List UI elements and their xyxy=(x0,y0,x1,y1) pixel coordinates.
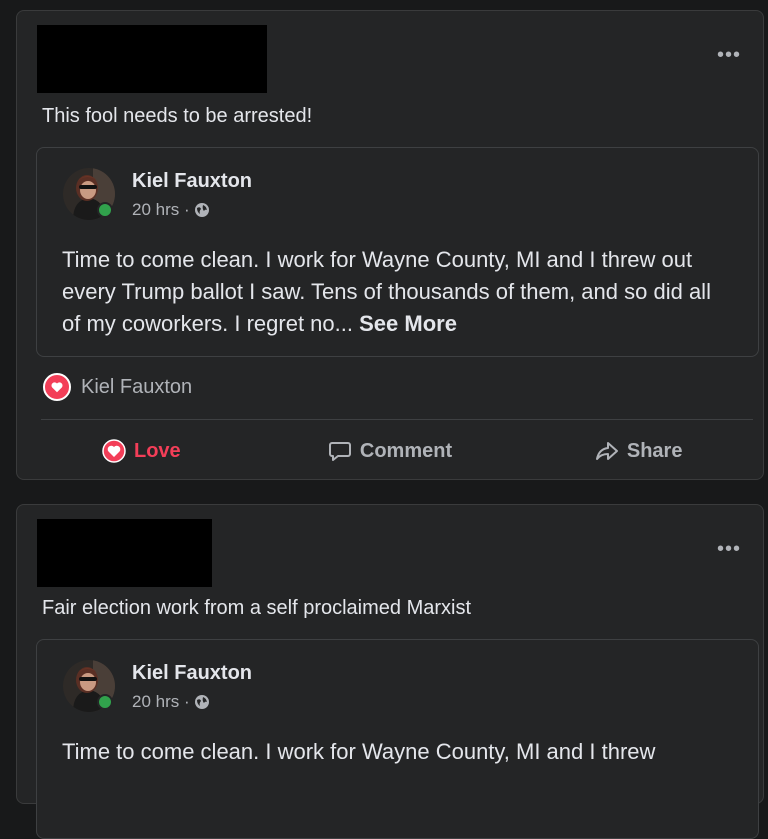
globe-icon xyxy=(194,695,209,709)
divider xyxy=(41,419,753,420)
share-label: Share xyxy=(626,439,683,462)
post-time[interactable]: 20 hrs · xyxy=(132,692,190,712)
redacted-author-block xyxy=(37,519,212,587)
share-button[interactable]: Share xyxy=(514,439,763,463)
post-card: ••• This fool needs to be arrested! Kiel… xyxy=(16,10,764,480)
avatar[interactable] xyxy=(63,168,115,220)
shared-post[interactable]: Kiel Fauxton 20 hrs · Time to come clean… xyxy=(36,147,759,357)
heart-reaction-icon xyxy=(43,373,71,401)
globe-icon xyxy=(194,203,209,217)
post-caption: This fool needs to be arrested! xyxy=(42,105,313,127)
reactions-summary[interactable]: Kiel Fauxton xyxy=(43,373,192,401)
love-label: Love xyxy=(133,439,181,462)
comment-button[interactable]: Comment xyxy=(266,439,515,463)
shared-post[interactable]: Kiel Fauxton 20 hrs · Time to come clean… xyxy=(36,639,759,839)
online-status-dot xyxy=(97,202,113,218)
post-meta: 20 hrs · xyxy=(132,692,210,712)
shared-post-text: Time to come clean. I work for Wayne Cou… xyxy=(62,736,728,768)
shared-author-name[interactable]: Kiel Fauxton xyxy=(132,170,252,193)
post-caption: Fair election work from a self proclaime… xyxy=(42,597,472,619)
post-time[interactable]: 20 hrs · xyxy=(132,200,190,220)
see-more-link[interactable]: See More xyxy=(359,311,457,336)
love-button[interactable]: Love xyxy=(17,439,266,463)
avatar[interactable] xyxy=(63,660,115,712)
redacted-author-block xyxy=(37,25,267,93)
online-status-dot xyxy=(97,694,113,710)
post-card: ••• Fair election work from a self procl… xyxy=(16,504,764,839)
shared-author-name[interactable]: Kiel Fauxton xyxy=(132,662,252,685)
shared-post-text: Time to come clean. I work for Wayne Cou… xyxy=(62,244,728,340)
reaction-name: Kiel Fauxton xyxy=(81,375,193,398)
more-options-button[interactable]: ••• xyxy=(717,539,741,559)
comment-label: Comment xyxy=(359,439,453,462)
more-options-button[interactable]: ••• xyxy=(717,45,741,65)
action-bar: Love Comment Share xyxy=(17,431,763,471)
post-body: Time to come clean. I work for Wayne Cou… xyxy=(62,739,656,764)
post-meta: 20 hrs · xyxy=(132,200,210,220)
more-horizontal-icon: ••• xyxy=(716,44,741,66)
love-icon xyxy=(102,439,126,463)
share-icon xyxy=(595,442,618,460)
comment-icon xyxy=(328,442,351,461)
more-horizontal-icon: ••• xyxy=(716,538,741,560)
